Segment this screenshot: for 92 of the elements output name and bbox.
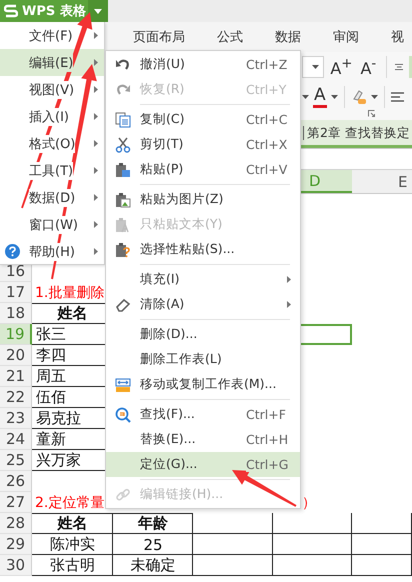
menu-item[interactable]: 填充(I) <box>106 267 300 292</box>
menu-item[interactable]: 剪切(T) Ctrl+X <box>106 132 300 157</box>
logo-icon <box>4 4 18 18</box>
font-size-button[interactable]: A$^{+}$ <box>328 56 354 78</box>
clipboard-text-icon <box>115 216 131 232</box>
document-tab[interactable]: 第2章 查找替换定 <box>303 126 410 140</box>
row-header[interactable]: 22 <box>0 387 32 408</box>
clipboard-icon <box>115 162 131 178</box>
submenu-arrow-icon <box>94 32 98 39</box>
table-cell: 陈冲实 <box>32 534 113 555</box>
undo-icon <box>115 56 131 72</box>
submenu-arrow-icon <box>94 194 98 201</box>
table-cell <box>352 513 412 534</box>
menu-item[interactable]: 选择性粘贴(S)... <box>106 237 300 262</box>
font-color-button[interactable]: A <box>313 86 327 108</box>
clipboard-picture-icon <box>115 192 131 208</box>
menu-item[interactable]: 删除工作表(L) <box>106 347 300 372</box>
submenu-arrow-icon <box>287 276 291 283</box>
row-header[interactable]: 23 <box>0 408 32 429</box>
table-cell <box>352 534 412 555</box>
table-cell: 年龄 <box>113 513 193 534</box>
font-size-field[interactable] <box>302 56 324 78</box>
caret-icon[interactable] <box>302 95 309 99</box>
highlighter-icon[interactable] <box>350 89 367 105</box>
link-icon <box>115 486 131 502</box>
submenu-arrow-icon <box>94 140 98 147</box>
caret-icon[interactable] <box>370 95 378 99</box>
search-icon <box>115 406 131 422</box>
submenu-arrow-icon <box>287 301 291 308</box>
redo-icon <box>115 82 131 98</box>
row-header[interactable]: 24 <box>0 429 32 450</box>
submenu-arrow-icon <box>94 59 98 66</box>
menu-item[interactable]: 定位(G)... Ctrl+G <box>106 452 300 477</box>
menu-item[interactable]: 移动或复制工作表(M)... <box>106 372 300 397</box>
submenu-arrow-icon <box>94 113 98 120</box>
arrow <box>232 470 296 507</box>
row-header[interactable]: 20 <box>0 345 32 366</box>
submenu-arrow-icon <box>94 248 98 255</box>
ribbon-tab[interactable]: 页面布局 <box>117 28 201 46</box>
menu-item[interactable]: 替换(E)... Ctrl+H <box>106 427 300 452</box>
help-icon <box>5 244 20 259</box>
caret-icon <box>312 65 320 69</box>
eraser-icon <box>115 296 131 312</box>
menu-item[interactable]: 清除(A) <box>106 292 300 317</box>
row-header[interactable]: 17 <box>0 282 32 303</box>
note-text: 1.批量删除 <box>34 284 106 302</box>
scissors-icon <box>115 136 131 152</box>
row-header[interactable]: 27 <box>0 492 32 513</box>
menu-item[interactable]: 数据(D) <box>0 184 104 211</box>
menu-item[interactable]: 删除(D)... <box>106 322 300 347</box>
table-cell: 姓名 <box>32 513 113 534</box>
row-header[interactable]: 26 <box>0 471 32 492</box>
align-icon[interactable] <box>394 62 404 72</box>
table-cell: 25 <box>113 534 193 555</box>
table-cell <box>352 555 412 576</box>
note-text: 2.定位常量 <box>34 494 106 512</box>
caret-icon[interactable] <box>330 95 338 99</box>
column-header[interactable]: E <box>352 170 412 193</box>
menu-item[interactable]: 查找(F)... Ctrl+F <box>106 402 300 427</box>
sheet-move-icon <box>115 376 131 392</box>
row-header[interactable]: 21 <box>0 366 32 387</box>
menu-item[interactable]: 复制(C) Ctrl+C <box>106 107 300 132</box>
menu-item[interactable]: 工具(T) <box>0 157 104 184</box>
ribbon-tab[interactable]: 视 <box>375 28 404 46</box>
menu-item[interactable]: 文件(F) <box>0 22 104 49</box>
row-header[interactable]: 25 <box>0 450 32 471</box>
submenu-arrow-icon <box>94 221 98 228</box>
row-header[interactable]: 28 <box>0 513 32 534</box>
table-cell: 未确定 <box>113 555 193 576</box>
copy-icon <box>115 112 131 128</box>
dropdown-button[interactable] <box>88 0 108 22</box>
ribbon-tab[interactable]: 审阅 <box>317 28 375 46</box>
row-header[interactable]: 30 <box>0 555 32 576</box>
menu-item[interactable]: 窗口(W) <box>0 211 104 238</box>
ribbon-tab[interactable]: 公式 <box>201 28 259 46</box>
row-header[interactable]: 29 <box>0 534 32 555</box>
menu-item[interactable]: 撤消(U) Ctrl+Z <box>106 52 300 77</box>
menu-item[interactable]: 格式(O) <box>0 130 104 157</box>
dialog-launcher-icon[interactable] <box>368 110 375 117</box>
clipboard-question-icon <box>115 242 131 258</box>
caret-icon <box>94 8 102 14</box>
submenu-arrow-icon <box>94 167 98 174</box>
font-size-button[interactable]: A$^{-}$ <box>358 56 378 78</box>
table-cell: 张古明 <box>32 555 113 576</box>
menu-item[interactable]: 编辑(E) <box>0 49 104 76</box>
row-header[interactable]: 18 <box>0 303 32 324</box>
align-icon[interactable] <box>390 92 404 102</box>
note-text: ） <box>301 494 317 512</box>
submenu-arrow-icon <box>94 86 98 93</box>
ribbon-tab[interactable]: 数据 <box>259 28 317 46</box>
menu-item[interactable]: 粘贴为图片(Z) <box>106 187 300 212</box>
menu-item[interactable]: 粘贴(P) Ctrl+V <box>106 157 300 182</box>
